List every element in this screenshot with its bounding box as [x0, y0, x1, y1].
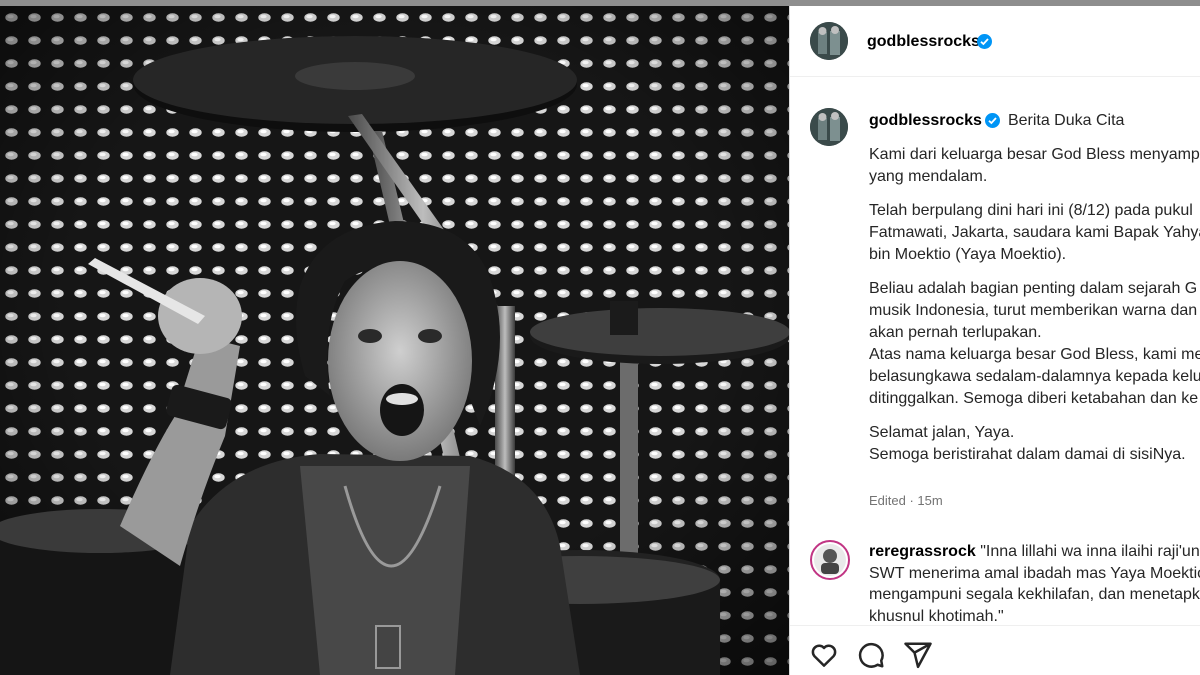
caption-meta-timestamp[interactable]: Edited · 15m [869, 493, 943, 508]
caption-line: bin Moektio (Yaya Moektio). [869, 246, 1067, 263]
comment-text-start: "Inna lillahi wa inna ilaihi raji'un [980, 543, 1200, 560]
comment-body: reregrassrock "Inna lillahi wa inna ilai… [869, 541, 1200, 625]
post-side-panel: godblessrocks godblessrocks Berita Duka C… [789, 6, 1200, 675]
caption-line: Atas nama keluarga besar God Bless, kami… [869, 346, 1200, 363]
caption-line: Telah berpulang dini hari ini (8/12) pad… [869, 202, 1193, 219]
caption-avatar[interactable] [810, 108, 848, 146]
caption-headline: Berita Duka Cita [1007, 112, 1125, 129]
post-action-bar [790, 625, 1200, 675]
header-username[interactable]: godblessrocks [867, 33, 980, 51]
band-photo-icon [810, 22, 848, 60]
heart-icon[interactable] [809, 640, 839, 670]
post-photo[interactable] [0, 6, 789, 675]
caption-headline-line: godblessrocks Berita Duka Cita [869, 110, 1200, 132]
caption-body: godblessrocks Berita Duka Cita Kami dari … [869, 110, 1200, 466]
comments-scroll-area[interactable]: godblessrocks Berita Duka Cita Kami dari … [790, 77, 1200, 625]
caption-username[interactable]: godblessrocks [869, 112, 982, 129]
caption-line: musik Indonesia, turut memberikan warna … [869, 302, 1198, 319]
drummer-photo [0, 6, 789, 675]
caption-line: Selamat jalan, Yaya. [869, 424, 1015, 441]
caption-line: yang mendalam. [869, 168, 988, 185]
verified-badge-icon [985, 113, 1000, 128]
caption-line: Beliau adalah bagian penting dalam sejar… [869, 280, 1198, 297]
comment-icon[interactable] [856, 640, 886, 670]
post-header: godblessrocks [790, 6, 1200, 77]
band-photo-icon [810, 108, 848, 146]
author-avatar[interactable] [810, 22, 848, 60]
caption-line: Fatmawati, Jakarta, saudara kami Bapak Y… [869, 224, 1200, 241]
verified-badge-icon [977, 34, 992, 49]
caption-line: belasungkawa sedalam-dalamnya kepada kel… [869, 368, 1200, 385]
comment-first-line: reregrassrock "Inna lillahi wa inna ilai… [869, 541, 1200, 563]
comment-line: SWT menerima amal ibadah mas Yaya Moekti… [869, 564, 1200, 582]
comment-username[interactable]: reregrassrock [869, 543, 976, 560]
caption-line: ditinggalkan. Semoga diberi ketabahan da… [869, 390, 1199, 407]
instagram-post-viewer: godblessrocks godblessrocks Berita Duka C… [0, 0, 1200, 675]
caption-line: akan pernah terlupakan. [869, 324, 1042, 341]
share-icon[interactable] [903, 640, 933, 670]
caption-line: Kami dari keluarga besar God Bless menya… [869, 146, 1200, 163]
caption-line: Semoga beristirahat dalam damai di sisiN… [869, 446, 1186, 463]
commenter-photo-icon [814, 544, 846, 576]
comment-line: khusnul khotimah." [869, 607, 1004, 625]
commenter-avatar[interactable] [810, 540, 850, 580]
comment-line: mengampuni segala kekhilafan, dan meneta… [869, 586, 1200, 603]
